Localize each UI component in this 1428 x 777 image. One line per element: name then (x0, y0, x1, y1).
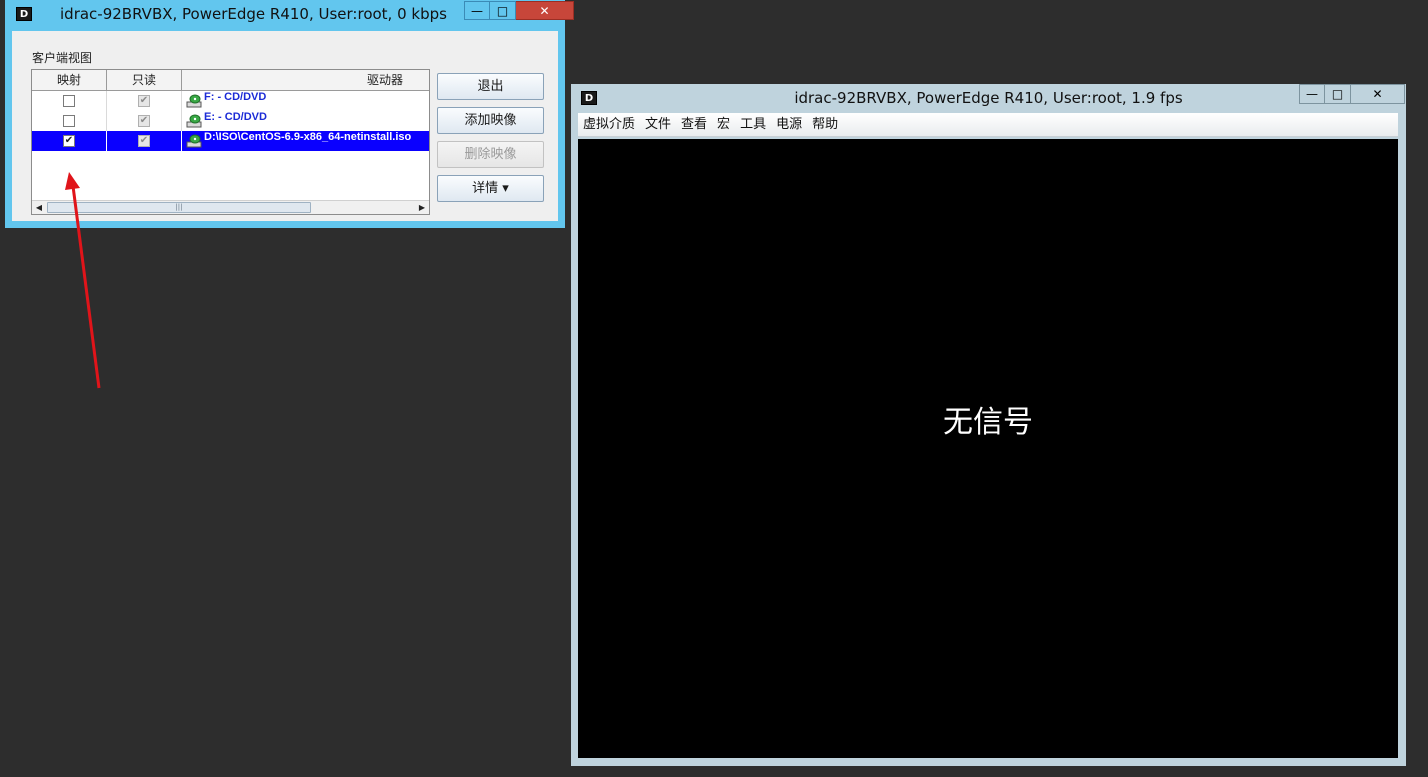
menu-virtual-media[interactable]: 虚拟介质 (578, 113, 640, 137)
table-row[interactable]: ✔ F: - CD/DVD (32, 91, 429, 111)
iso-image-icon (186, 134, 202, 148)
details-button[interactable]: 详情 ▾ (437, 175, 544, 202)
vm-window-title: idrac-92BRVBX, PowerEdge R410, User:root… (60, 5, 447, 23)
column-header-readonly[interactable]: 只读 (107, 70, 182, 91)
cd-drive-icon (186, 114, 202, 128)
minimize-button[interactable]: — (1299, 84, 1325, 104)
readonly-checkbox: ✔ (138, 95, 150, 107)
table-row-selected[interactable]: ✔ ✔ D:\ISO\CentOS-6.9-x86_64-netinstall.… (32, 131, 429, 151)
horizontal-scrollbar[interactable]: ◀ ||| ▶ (32, 200, 429, 214)
console-window-title: idrac-92BRVBX, PowerEdge R410, User:root… (794, 89, 1183, 107)
console-titlebar[interactable]: D idrac-92BRVBX, PowerEdge R410, User:ro… (571, 84, 1406, 112)
exit-button[interactable]: 退出 (437, 73, 544, 100)
drive-name: D:\ISO\CentOS-6.9-x86_64-netinstall.iso (204, 131, 412, 143)
readonly-checkbox: ✔ (138, 135, 150, 147)
menu-power[interactable]: 电源 (771, 113, 807, 137)
menu-tools[interactable]: 工具 (735, 113, 771, 137)
maximize-button[interactable]: □ (1325, 84, 1351, 104)
menu-file[interactable]: 文件 (640, 113, 676, 137)
menu-bar: 虚拟介质 文件 查看宏工具 电源 帮助 (578, 113, 1398, 137)
table-row[interactable]: ✔ E: - CD/DVD (32, 111, 429, 131)
drive-table: 映射 只读 驱动器 ✔ F: - CD/DVD ✔ E: - CD/DVD ✔ … (31, 69, 430, 215)
cd-drive-icon (186, 94, 202, 108)
column-header-mapped[interactable]: 映射 (32, 70, 107, 91)
column-header-drive[interactable]: 驱动器 (182, 70, 429, 91)
vm-titlebar[interactable]: D idrac-92BRVBX, PowerEdge R410, User:ro… (5, 0, 574, 28)
table-header: 映射 只读 驱动器 (32, 70, 429, 91)
add-image-button[interactable]: 添加映像 (437, 107, 544, 134)
minimize-button[interactable]: — (464, 1, 490, 20)
menu-macro[interactable]: 宏 (712, 113, 735, 137)
maximize-button[interactable]: □ (490, 1, 516, 20)
close-button[interactable]: ✕ (1351, 84, 1405, 104)
close-button[interactable]: ✕ (516, 1, 574, 20)
app-icon[interactable]: D (16, 7, 32, 21)
console-window: D idrac-92BRVBX, PowerEdge R410, User:ro… (571, 84, 1406, 766)
vm-client-area: 客户端视图 映射 只读 驱动器 ✔ F: - CD/DVD ✔ E: - CD/… (12, 31, 558, 221)
menu-help[interactable]: 帮助 (807, 113, 843, 137)
scroll-right-icon[interactable]: ▶ (415, 201, 429, 214)
remote-console-screen[interactable]: 无信号 (578, 139, 1398, 758)
scrollbar-thumb[interactable]: ||| (47, 202, 311, 213)
remove-image-button: 删除映像 (437, 141, 544, 168)
mapped-checkbox[interactable]: ✔ (63, 135, 75, 147)
mapped-checkbox[interactable] (63, 95, 75, 107)
drive-name: E: - CD/DVD (204, 111, 267, 123)
drive-name: F: - CD/DVD (204, 91, 267, 103)
scroll-left-icon[interactable]: ◀ (32, 201, 46, 214)
virtual-media-window: D idrac-92BRVBX, PowerEdge R410, User:ro… (5, 0, 574, 228)
client-view-label: 客户端视图 (32, 51, 93, 65)
mapped-checkbox[interactable] (63, 115, 75, 127)
no-signal-message: 无信号 (943, 405, 1033, 440)
menu-view[interactable]: 查看 (676, 113, 712, 137)
readonly-checkbox: ✔ (138, 115, 150, 127)
